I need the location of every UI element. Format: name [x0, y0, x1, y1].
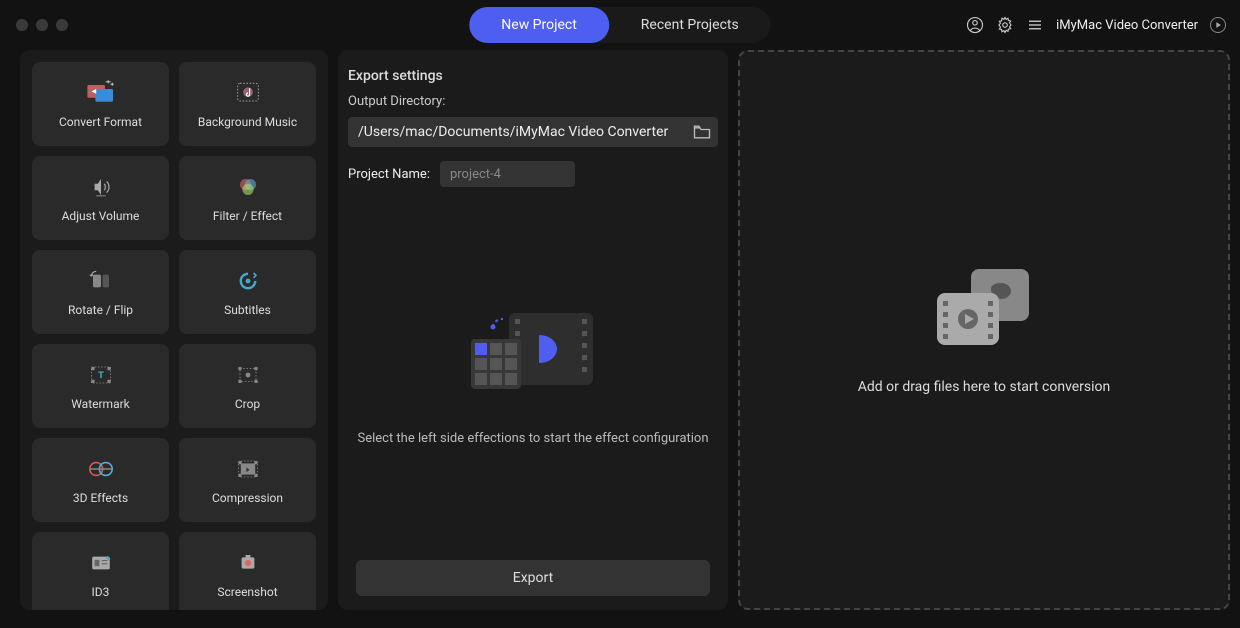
convert-format-icon	[85, 79, 117, 107]
tile-watermark[interactable]: T Watermark	[32, 344, 169, 428]
tile-3d-effects[interactable]: 3D Effects	[32, 438, 169, 522]
background-music-icon	[232, 79, 264, 107]
tile-label: Watermark	[71, 397, 130, 411]
export-settings-title: Export settings	[348, 68, 718, 84]
tile-crop[interactable]: Crop	[179, 344, 316, 428]
effect-preview-area: Select the left side effections to start…	[348, 187, 718, 560]
project-name-label: Project Name:	[348, 167, 430, 182]
tile-filter-effect[interactable]: Filter / Effect	[179, 156, 316, 240]
output-directory-row	[348, 117, 718, 147]
tile-label: Adjust Volume	[62, 209, 140, 223]
settings-icon[interactable]	[996, 16, 1014, 34]
tab-recent-projects[interactable]: Recent Projects	[609, 7, 771, 43]
tile-label: Background Music	[198, 115, 297, 129]
effects-grid: Convert Format Background Music	[32, 62, 316, 610]
maximize-window-button[interactable]	[56, 19, 68, 31]
tile-label: Convert Format	[59, 115, 142, 129]
effect-hint-text: Select the left side effections to start…	[357, 429, 708, 449]
tile-rotate-flip[interactable]: Rotate / Flip	[32, 250, 169, 334]
drop-zone-icon	[929, 265, 1039, 355]
project-name-row: Project Name:	[348, 161, 718, 187]
3d-effects-icon	[85, 455, 117, 483]
output-directory-input[interactable]	[348, 117, 718, 147]
tile-label: Compression	[212, 491, 283, 505]
compression-icon	[232, 455, 264, 483]
tile-label: Filter / Effect	[213, 209, 282, 223]
tile-screenshot[interactable]: Screenshot	[179, 532, 316, 610]
adjust-volume-icon	[85, 173, 117, 201]
drop-zone[interactable]: Add or drag files here to start conversi…	[738, 50, 1230, 610]
screenshot-icon	[232, 549, 264, 577]
tile-label: 3D Effects	[73, 491, 128, 505]
tile-subtitles[interactable]: Subtitles	[179, 250, 316, 334]
tile-background-music[interactable]: Background Music	[179, 62, 316, 146]
tile-label: Screenshot	[217, 585, 277, 599]
effects-sidebar: Convert Format Background Music	[20, 50, 328, 610]
app-logo-icon	[1210, 17, 1226, 33]
menu-icon[interactable]	[1026, 16, 1044, 34]
tile-convert-format[interactable]: Convert Format	[32, 62, 169, 146]
subtitles-icon	[232, 267, 264, 295]
tile-label: ID3	[92, 585, 110, 599]
project-name-input[interactable]	[440, 161, 575, 187]
app-title: iMyMac Video Converter	[1056, 18, 1198, 33]
tile-label: Subtitles	[224, 303, 271, 317]
tile-adjust-volume[interactable]: Adjust Volume	[32, 156, 169, 240]
close-window-button[interactable]	[16, 19, 28, 31]
watermark-icon: T	[85, 361, 117, 389]
drop-zone-hint: Add or drag files here to start conversi…	[858, 379, 1111, 395]
window-controls	[16, 19, 68, 31]
project-tabs: New Project Recent Projects	[469, 7, 770, 43]
browse-folder-button[interactable]	[692, 122, 712, 142]
titlebar: New Project Recent Projects iMyMac Video…	[0, 0, 1240, 50]
content-area: Convert Format Background Music	[0, 50, 1240, 620]
svg-text:T: T	[98, 370, 104, 381]
crop-icon	[232, 361, 264, 389]
account-icon[interactable]	[966, 16, 984, 34]
minimize-window-button[interactable]	[36, 19, 48, 31]
tile-id3[interactable]: ID3	[32, 532, 169, 610]
tile-label: Crop	[235, 397, 260, 411]
tile-compression[interactable]: Compression	[179, 438, 316, 522]
app-window: New Project Recent Projects iMyMac Video…	[0, 0, 1240, 628]
tab-new-project[interactable]: New Project	[469, 7, 609, 43]
effect-placeholder-icon	[463, 299, 603, 409]
tile-label: Rotate / Flip	[68, 303, 133, 317]
id3-icon	[85, 549, 117, 577]
output-directory-label: Output Directory:	[348, 94, 718, 109]
top-right-controls: iMyMac Video Converter	[966, 16, 1226, 34]
export-settings-panel: Export settings Output Directory: Projec…	[338, 50, 728, 610]
export-button[interactable]: Export	[356, 560, 710, 596]
filter-effect-icon	[232, 173, 264, 201]
rotate-flip-icon	[85, 267, 117, 295]
